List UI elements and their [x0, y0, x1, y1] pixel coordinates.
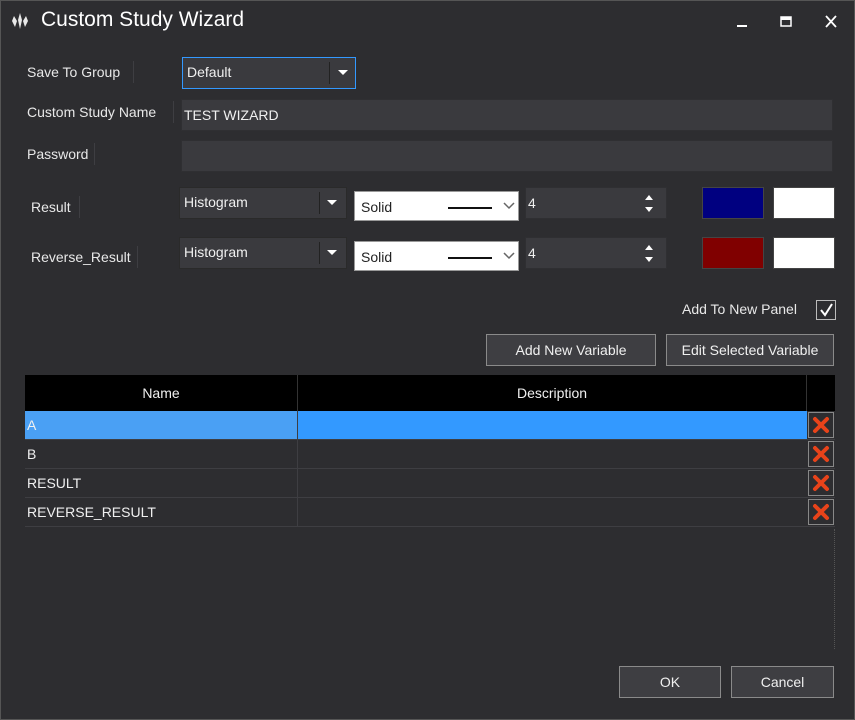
delete-variable-button[interactable]: [808, 499, 834, 525]
delete-x-icon: [813, 475, 829, 491]
result-line-style-dropdown[interactable]: Solid: [354, 191, 519, 221]
save-to-group-value: Default: [187, 64, 232, 80]
reverse-result-width-value: 4: [528, 245, 536, 261]
table-row[interactable]: REVERSE_RESULT: [25, 498, 835, 527]
variable-name-cell: A: [25, 411, 298, 439]
study-name-label: Custom Study Name: [27, 104, 157, 120]
chevron-down-icon: [503, 252, 515, 260]
result-line-style-value: Solid: [361, 199, 393, 215]
delete-variable-button[interactable]: [808, 412, 834, 438]
maximize-button[interactable]: [771, 9, 801, 35]
result-type-dropdown[interactable]: Histogram: [179, 187, 347, 219]
study-name-input[interactable]: TEST WIZARD: [181, 99, 833, 131]
output-label-result: Result: [31, 199, 71, 215]
minimize-icon: [737, 25, 747, 27]
arrow-down-icon[interactable]: [642, 254, 656, 266]
label-divider: [137, 246, 138, 268]
maximize-icon: [780, 16, 792, 27]
reverse-result-type-value: Histogram: [184, 244, 248, 260]
edit-selected-variable-button[interactable]: Edit Selected Variable: [666, 334, 834, 366]
variable-description-cell: [298, 469, 807, 497]
result-width-stepper[interactable]: 4: [525, 187, 667, 219]
dropdown-divider: [319, 192, 320, 214]
table-row[interactable]: B: [25, 440, 835, 469]
save-to-group-label: Save To Group: [27, 64, 121, 80]
reverse-result-line-style-dropdown[interactable]: Solid: [354, 241, 519, 271]
window-title: Custom Study Wizard: [41, 8, 245, 31]
reverse-result-primary-color-swatch[interactable]: [702, 237, 764, 269]
reverse-result-line-style-value: Solid: [361, 249, 393, 265]
reverse-result-secondary-color-swatch[interactable]: [773, 237, 835, 269]
label-divider: [79, 196, 80, 218]
variables-grid: Name Description A B RESULT REVERSE_RESU…: [25, 375, 835, 651]
chevron-down-icon: [503, 202, 515, 210]
variable-name-cell: B: [25, 440, 298, 468]
label-divider: [173, 101, 174, 123]
table-row[interactable]: A: [25, 411, 835, 440]
custom-study-wizard-window: Custom Study Wizard Save To Group Defaul…: [0, 0, 855, 720]
arrow-down-icon[interactable]: [642, 204, 656, 216]
variable-description-cell: [298, 498, 807, 526]
dropdown-divider: [329, 62, 330, 84]
delete-variable-button[interactable]: [808, 441, 834, 467]
password-input[interactable]: [181, 140, 833, 172]
minimize-button[interactable]: [727, 9, 757, 35]
solid-line-preview: [448, 257, 492, 259]
password-label: Password: [27, 146, 89, 162]
add-to-new-panel-checkbox[interactable]: [816, 300, 836, 320]
label-divider: [94, 143, 95, 165]
ok-button[interactable]: OK: [619, 666, 721, 698]
add-new-variable-button[interactable]: Add New Variable: [486, 334, 656, 366]
output-label-reverse-result: Reverse_Result: [31, 249, 131, 265]
study-name-value: TEST WIZARD: [184, 107, 279, 123]
delete-variable-button[interactable]: [808, 470, 834, 496]
add-to-new-panel-label: Add To New Panel: [682, 301, 797, 317]
delete-x-icon: [813, 504, 829, 520]
grid-header: Name Description: [25, 375, 835, 411]
reverse-result-width-stepper[interactable]: 4: [525, 237, 667, 269]
result-type-value: Histogram: [184, 194, 248, 210]
grid-scroll-edge: [833, 529, 835, 649]
chevron-down-icon: [327, 250, 337, 255]
result-primary-color-swatch[interactable]: [702, 187, 764, 219]
close-button[interactable]: [816, 9, 846, 35]
arrow-up-icon[interactable]: [642, 241, 656, 253]
cancel-button[interactable]: Cancel: [731, 666, 834, 698]
table-row[interactable]: RESULT: [25, 469, 835, 498]
save-to-group-dropdown[interactable]: Default: [182, 57, 356, 89]
checkmark-icon: [820, 303, 833, 317]
chevron-down-icon: [327, 200, 337, 205]
reverse-result-type-dropdown[interactable]: Histogram: [179, 237, 347, 269]
column-header-name[interactable]: Name: [25, 375, 298, 411]
column-header-description[interactable]: Description: [298, 375, 807, 411]
close-icon: [825, 15, 837, 28]
delete-x-icon: [813, 417, 829, 433]
app-logo-icon: [9, 11, 31, 31]
solid-line-preview: [448, 207, 492, 209]
variable-name-cell: RESULT: [25, 469, 298, 497]
variable-description-cell: [298, 411, 807, 439]
chevron-down-icon: [338, 70, 348, 75]
result-secondary-color-swatch[interactable]: [773, 187, 835, 219]
label-divider: [133, 61, 134, 83]
variable-description-cell: [298, 440, 807, 468]
title-bar[interactable]: Custom Study Wizard: [1, 1, 854, 43]
arrow-up-icon[interactable]: [642, 191, 656, 203]
dropdown-divider: [319, 242, 320, 264]
delete-x-icon: [813, 446, 829, 462]
result-width-value: 4: [528, 195, 536, 211]
variable-name-cell: REVERSE_RESULT: [25, 498, 298, 526]
